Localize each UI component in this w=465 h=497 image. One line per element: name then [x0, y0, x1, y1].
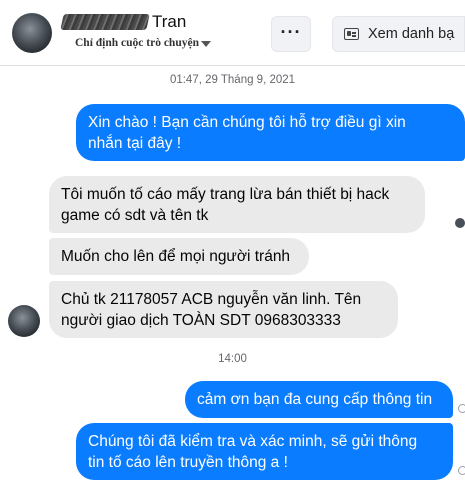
message-line: Chủ tk 21178057 ACB nguyễn văn linh. Tên	[61, 291, 362, 308]
assign-conversation-label[interactable]: Chỉ định cuộc trò chuyện	[75, 37, 199, 49]
view-contact-button[interactable]: Xem danh bạ	[332, 16, 465, 52]
timestamp: 14:00	[218, 353, 247, 365]
message-line: game có sdt và tên tk	[61, 207, 209, 224]
outgoing-message-bubble[interactable]: cảm ơn bạn đa cung cấp thông tin	[185, 381, 453, 418]
incoming-message-bubble[interactable]: Muốn cho lên để mọi người tránh	[49, 238, 309, 275]
more-options-button[interactable]: ···	[271, 16, 311, 52]
message-line: người giao dịch TOÀN SDT 0968303333	[61, 312, 341, 329]
message-line: Tôi muốn tố cáo mấy trang lừa bán thiết …	[61, 186, 390, 203]
seen-avatar-indicator	[455, 218, 465, 228]
conversation-header: Tran Chỉ định cuộc trò chuyện ··· Xem da…	[0, 0, 465, 66]
incoming-message-bubble[interactable]: Tôi muốn tố cáo mấy trang lừa bán thiết …	[49, 176, 425, 233]
outgoing-message-bubble[interactable]: Chúng tôi đã kiểm tra và xác minh, sẽ gử…	[76, 423, 453, 480]
contact-avatar-small[interactable]	[8, 305, 40, 337]
contact-card-icon	[344, 28, 359, 40]
message-line: Muốn cho lên để mọi người tránh	[61, 248, 291, 265]
incoming-message-bubble[interactable]: Chủ tk 21178057 ACB nguyễn văn linh. Tên…	[49, 281, 398, 338]
message-line: tin tố cáo lên truyền thông a !	[88, 454, 288, 471]
timestamp: 01:47, 29 Tháng 9, 2021	[169, 74, 296, 86]
message-line: nhắn tại đây !	[88, 135, 182, 152]
message-line: Chúng tôi đã kiểm tra và xác minh, sẽ gử…	[88, 433, 418, 450]
contact-avatar[interactable]	[12, 13, 52, 53]
view-contact-label: Xem danh bạ	[368, 26, 455, 42]
outgoing-message-bubble[interactable]: Xin chào ! Bạn cần chúng tôi hỗ trợ điều…	[76, 104, 465, 161]
redacted-name-mark	[60, 14, 150, 30]
message-line: Xin chào ! Bạn cần chúng tôi hỗ trợ điều…	[88, 114, 406, 131]
message-line: cảm ơn bạn đa cung cấp thông tin	[197, 391, 433, 408]
delivered-check-icon	[458, 404, 465, 413]
contact-name: Tran	[152, 12, 187, 31]
delivered-check-icon	[458, 466, 465, 475]
chevron-down-icon[interactable]	[201, 41, 211, 47]
